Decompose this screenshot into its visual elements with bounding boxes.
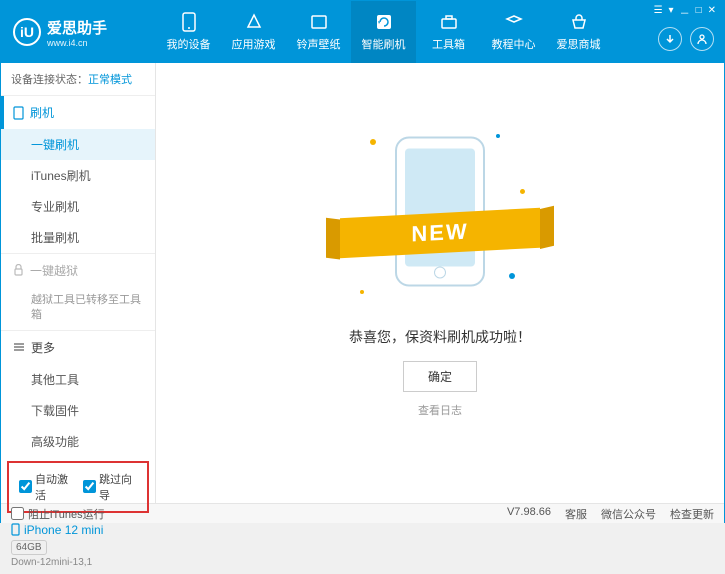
tab-my-device[interactable]: 我的设备	[156, 1, 221, 63]
app-domain: www.i4.cn	[47, 38, 107, 48]
minimize-icon[interactable]: －	[680, 5, 690, 20]
checkbox-label: 跳过向导	[99, 471, 137, 503]
tab-ringtones[interactable]: 铃声壁纸	[286, 1, 351, 63]
store-icon	[569, 12, 589, 32]
tutorial-icon	[504, 12, 524, 32]
checkbox-label: 自动激活	[35, 471, 73, 503]
tab-label: 应用游戏	[232, 36, 276, 52]
section-title: 刷机	[30, 104, 54, 121]
checkbox-block-itunes[interactable]: 阻止iTunes运行	[11, 506, 105, 522]
sidebar-section-more[interactable]: 更多	[1, 331, 155, 364]
checkbox-input[interactable]	[19, 480, 32, 493]
status-value: 正常模式	[88, 74, 132, 86]
device-storage: 64GB	[11, 540, 47, 555]
sidebar-item-download-firmware[interactable]: 下载固件	[1, 395, 155, 426]
window-controls: ☰ ▾ － □ ✕	[654, 5, 716, 20]
device-info[interactable]: iPhone 12 mini 64GB Down-12mini-13,1	[1, 517, 155, 574]
close-icon[interactable]: ✕	[708, 5, 716, 20]
view-log-link[interactable]: 查看日志	[418, 402, 462, 418]
checkbox-skip-guide[interactable]: 跳过向导	[83, 471, 137, 503]
tab-label: 工具箱	[432, 36, 465, 52]
tab-apps-games[interactable]: 应用游戏	[221, 1, 286, 63]
sidebar: 设备连接状态：正常模式 刷机 一键刷机 iTunes刷机 专业刷机 批量刷机 一…	[1, 63, 156, 503]
success-message: 恭喜您，保资料刷机成功啦！	[349, 327, 531, 347]
logo-area: iU 爱思助手 www.i4.cn	[1, 17, 156, 48]
more-icon	[13, 342, 25, 352]
checkbox-label: 阻止iTunes运行	[28, 506, 105, 522]
ok-button[interactable]: 确定	[403, 361, 477, 392]
version-label: V7.98.66	[507, 506, 551, 522]
tab-label: 智能刷机	[362, 36, 406, 52]
device-firmware: Down-12mini-13,1	[11, 557, 145, 568]
main-content: NEW 恭喜您，保资料刷机成功啦！ 确定 查看日志	[156, 63, 724, 503]
tab-toolbox[interactable]: 工具箱	[416, 1, 481, 63]
section-title: 更多	[31, 339, 55, 356]
connection-status: 设备连接状态：正常模式	[1, 63, 155, 95]
maximize-icon[interactable]: □	[696, 5, 702, 20]
main-tabs: 我的设备 应用游戏 铃声壁纸 智能刷机 工具箱 教程中心 爱思商城	[156, 1, 611, 63]
phone-icon	[179, 12, 199, 32]
device-name: iPhone 12 mini	[11, 523, 145, 537]
sidebar-item-batch-flash[interactable]: 批量刷机	[1, 222, 155, 253]
wallpaper-icon	[309, 12, 329, 32]
toolbox-icon	[439, 12, 459, 32]
menu-icon[interactable]: ☰	[654, 5, 663, 20]
download-button[interactable]	[658, 27, 682, 51]
app-name: 爱思助手	[47, 17, 107, 38]
app-header: iU 爱思助手 www.i4.cn 我的设备 应用游戏 铃声壁纸 智能刷机 工具…	[1, 1, 724, 63]
apps-icon	[244, 12, 264, 32]
checkbox-input[interactable]	[83, 480, 96, 493]
success-illustration: NEW	[350, 129, 530, 309]
sidebar-item-other-tools[interactable]: 其他工具	[1, 364, 155, 395]
tab-label: 铃声壁纸	[297, 36, 341, 52]
phone-icon	[11, 523, 20, 536]
user-button[interactable]	[690, 27, 714, 51]
logo-icon: iU	[13, 18, 41, 46]
lock-icon	[13, 264, 24, 277]
tab-smart-flash[interactable]: 智能刷机	[351, 1, 416, 63]
check-update-link[interactable]: 检查更新	[670, 506, 714, 522]
flash-icon	[374, 12, 394, 32]
checkbox-input[interactable]	[11, 507, 24, 520]
sidebar-item-advanced[interactable]: 高级功能	[1, 426, 155, 457]
device-name-text: iPhone 12 mini	[24, 523, 103, 537]
tab-label: 我的设备	[167, 36, 211, 52]
phone-icon	[13, 106, 24, 120]
status-label: 设备连接状态：	[11, 74, 88, 86]
tab-tutorials[interactable]: 教程中心	[481, 1, 546, 63]
sidebar-item-itunes-flash[interactable]: iTunes刷机	[1, 160, 155, 191]
tab-label: 爱思商城	[557, 36, 601, 52]
sidebar-section-flash[interactable]: 刷机	[1, 96, 155, 129]
section-title: 一键越狱	[30, 262, 78, 279]
skin-icon[interactable]: ▾	[669, 5, 674, 20]
sidebar-item-pro-flash[interactable]: 专业刷机	[1, 191, 155, 222]
sidebar-section-jailbreak: 一键越狱	[1, 254, 155, 287]
support-link[interactable]: 客服	[565, 506, 587, 522]
tab-store[interactable]: 爱思商城	[546, 1, 611, 63]
wechat-link[interactable]: 微信公众号	[601, 506, 656, 522]
sidebar-item-oneclick-flash[interactable]: 一键刷机	[1, 129, 155, 160]
tab-label: 教程中心	[492, 36, 536, 52]
checkbox-auto-activate[interactable]: 自动激活	[19, 471, 73, 503]
jailbreak-note: 越狱工具已转移至工具箱	[1, 287, 155, 330]
